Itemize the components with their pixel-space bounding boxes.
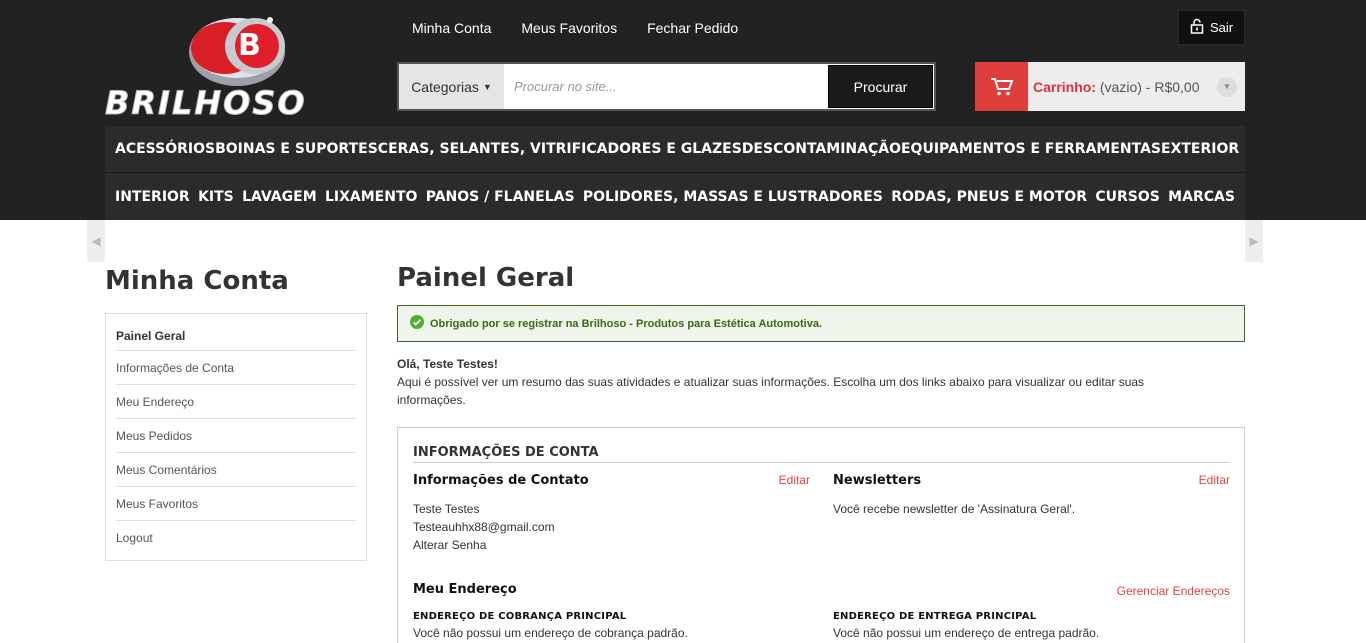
- sidebar-item-painel-geral[interactable]: Painel Geral: [116, 324, 356, 351]
- billing-address-box: ENDEREÇO DE COBRANÇA PRINCIPAL Você não …: [413, 611, 810, 642]
- top-link-fechar-pedido[interactable]: Fechar Pedido: [647, 20, 738, 36]
- shipping-address-box: ENDEREÇO DE ENTREGA PRINCIPAL Você não p…: [833, 611, 1230, 642]
- nav-descontaminacao[interactable]: DESCONTAMINAÇÃO: [742, 141, 901, 157]
- cart-label: Carrinho:: [1033, 78, 1096, 95]
- nav-cursos[interactable]: CURSOS: [1095, 189, 1160, 205]
- contact-info-heading: Informações de Contato: [413, 473, 589, 488]
- address-heading: Meu Endereço: [413, 582, 517, 597]
- account-info-title: INFORMAÇÕES DE CONTA: [413, 445, 1230, 463]
- chevron-right-icon[interactable]: ▶: [1245, 220, 1263, 262]
- cart-status: (vazio) - R$0,00: [1099, 78, 1200, 95]
- nav-equipamentos[interactable]: EQUIPAMENTOS E FERRAMENTAS: [901, 141, 1161, 157]
- change-password-link[interactable]: Alterar Senha: [413, 536, 810, 554]
- address-section: Meu Endereço Gerenciar Endereços: [413, 582, 1230, 598]
- page-title: Painel Geral: [397, 263, 575, 293]
- logo-letter: B: [238, 28, 261, 63]
- manage-addresses-link[interactable]: Gerenciar Endereços: [1117, 584, 1230, 598]
- account-sidebar: Painel Geral Informações de Conta Meu En…: [105, 313, 367, 561]
- newsletter-box: Newsletters Editar Você recebe newslette…: [833, 473, 1230, 518]
- nav-acessorios[interactable]: ACESSÓRIOS: [115, 141, 215, 157]
- billing-address-heading: ENDEREÇO DE COBRANÇA PRINCIPAL: [413, 611, 627, 622]
- logout-button[interactable]: Sair: [1178, 10, 1245, 45]
- newsletter-text: Você recebe newsletter de 'Assinatura Ge…: [833, 502, 1076, 516]
- newsletter-heading: Newsletters: [833, 473, 922, 488]
- chevron-down-icon[interactable]: ▼: [1217, 76, 1237, 97]
- logout-label: Sair: [1209, 20, 1234, 35]
- shipping-address-text: Você não possui um endereço de entrega p…: [833, 626, 1100, 640]
- sidebar-item-meus-pedidos[interactable]: Meus Pedidos: [116, 419, 356, 453]
- nav-panos[interactable]: PANOS / FLANELAS: [426, 189, 575, 205]
- nav-lavagem[interactable]: LAVAGEM: [242, 189, 317, 205]
- cart-icon: [975, 62, 1028, 111]
- edit-contact-link[interactable]: Editar: [779, 473, 810, 487]
- account-dashboard: INFORMAÇÕES DE CONTA Informações de Cont…: [397, 427, 1245, 643]
- category-nav-row-2: INTERIOR KITS LAVAGEM LIXAMENTO PANOS / …: [105, 173, 1245, 220]
- contact-email: Testeauhhx88@gmail.com: [413, 520, 555, 534]
- cart-widget[interactable]: Carrinho: (vazio) - R$0,00 ▼: [975, 62, 1245, 111]
- edit-newsletter-link[interactable]: Editar: [1199, 473, 1230, 487]
- nav-rodas[interactable]: RODAS, PNEUS E MOTOR: [891, 189, 1087, 205]
- contact-name: Teste Testes: [413, 502, 480, 516]
- welcome-greeting: Olá, Teste Testes!: [397, 357, 498, 371]
- sidebar-item-meus-favoritos[interactable]: Meus Favoritos: [116, 487, 356, 521]
- sidebar-title: Minha Conta: [105, 266, 289, 296]
- search-input[interactable]: [504, 64, 827, 109]
- search-bar: Categorias ▼ Procurar: [397, 62, 936, 111]
- category-nav-row-1: ACESSÓRIOS BOINAS E SUPORTES CERAS, SELA…: [105, 126, 1245, 173]
- chevron-left-icon[interactable]: ◀: [87, 220, 105, 262]
- category-label: Categorias: [411, 78, 479, 95]
- nav-exterior[interactable]: EXTERIOR: [1161, 141, 1239, 157]
- nav-kits[interactable]: KITS: [198, 189, 234, 205]
- contact-info-box: Informações de Contato Editar Teste Test…: [413, 473, 810, 554]
- site-header: B BRILHOSO Minha Conta Meus Favoritos Fe…: [0, 0, 1366, 220]
- success-text: Obrigado por se registrar na Brilhoso - …: [430, 317, 822, 330]
- category-dropdown[interactable]: Categorias ▼: [399, 64, 504, 109]
- welcome-intro: Aqui é possível ver um resumo das suas a…: [397, 375, 1145, 407]
- nav-marcas[interactable]: MARCAS: [1168, 189, 1235, 205]
- billing-address-text: Você não possui um endereço de cobrança …: [413, 626, 688, 640]
- nav-boinas-suportes[interactable]: BOINAS E SUPORTES: [215, 141, 378, 157]
- nav-polidores[interactable]: POLIDORES, MASSAS E LUSTRADORES: [583, 189, 883, 205]
- shipping-address-heading: ENDEREÇO DE ENTREGA PRINCIPAL: [833, 611, 1037, 622]
- top-link-meus-favoritos[interactable]: Meus Favoritos: [521, 20, 617, 36]
- nav-lixamento[interactable]: LIXAMENTO: [325, 189, 417, 205]
- sidebar-item-logout[interactable]: Logout: [116, 521, 356, 555]
- cart-summary: Carrinho: (vazio) - R$0,00: [1028, 79, 1217, 95]
- welcome-message: Olá, Teste Testes! Aqui é possível ver u…: [397, 355, 1157, 409]
- nav-ceras[interactable]: CERAS, SELANTES, VITRIFICADORES E GLAZES: [378, 141, 742, 157]
- sidebar-item-informacoes-conta[interactable]: Informações de Conta: [116, 351, 356, 385]
- sidebar-item-meus-comentarios[interactable]: Meus Comentários: [116, 453, 356, 487]
- caret-down-icon: ▼: [482, 81, 492, 92]
- top-links: Minha Conta Meus Favoritos Fechar Pedido: [412, 20, 738, 36]
- nav-interior[interactable]: INTERIOR: [115, 189, 190, 205]
- top-link-minha-conta[interactable]: Minha Conta: [412, 20, 491, 36]
- sidebar-item-meu-endereco[interactable]: Meu Endereço: [116, 385, 356, 419]
- search-button[interactable]: Procurar: [828, 65, 933, 108]
- brand-logo-text: BRILHOSO: [105, 84, 307, 123]
- lock-icon: [1190, 18, 1204, 37]
- check-circle-icon: [410, 315, 424, 332]
- success-message: Obrigado por se registrar na Brilhoso - …: [397, 305, 1245, 342]
